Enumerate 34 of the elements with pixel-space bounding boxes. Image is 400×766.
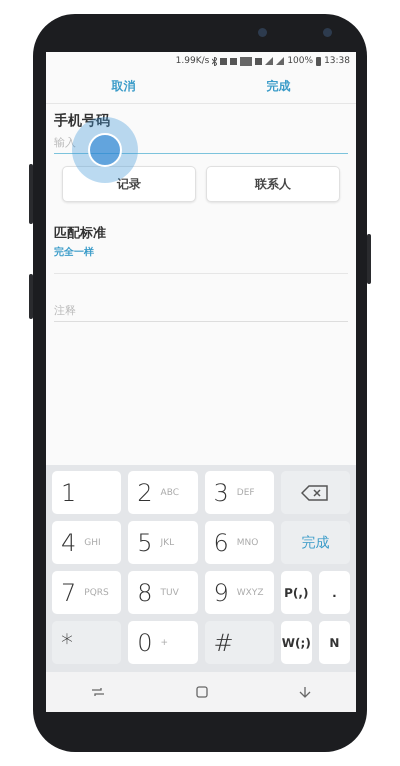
recent-apps-icon[interactable] bbox=[91, 687, 106, 697]
backspace-key[interactable] bbox=[280, 471, 350, 514]
clock: 13:38 bbox=[324, 56, 350, 66]
keypad-key[interactable]: 2 ABC bbox=[128, 471, 198, 514]
home-icon[interactable] bbox=[196, 686, 208, 698]
battery-icon bbox=[316, 56, 322, 66]
keypad-key[interactable]: # bbox=[204, 621, 274, 664]
signal-icon bbox=[276, 57, 284, 65]
keypad-key[interactable]: 4 GHI bbox=[52, 521, 122, 564]
camera-lens bbox=[258, 28, 267, 37]
keypad-key[interactable]: 3 DEF bbox=[204, 471, 274, 514]
battery-level: 100% bbox=[287, 56, 314, 66]
keypad-key[interactable]: W(;) bbox=[280, 621, 312, 664]
option-button[interactable]: 记录 bbox=[62, 166, 196, 202]
field-label: 手机号码 bbox=[54, 112, 111, 130]
keypad-key[interactable]: 5 JKL bbox=[128, 521, 198, 564]
keypad-key[interactable]: 1 bbox=[52, 471, 122, 514]
keypad-key[interactable]: P(,) bbox=[280, 571, 312, 614]
back-icon[interactable] bbox=[298, 686, 311, 698]
keypad-key[interactable]: 7 PQRS bbox=[52, 571, 122, 614]
camera-lens bbox=[323, 28, 332, 37]
bluetooth-icon bbox=[212, 56, 218, 66]
option-button[interactable]: 联系人 bbox=[206, 166, 340, 202]
backspace-icon bbox=[301, 484, 330, 500]
match-label: 匹配标准 bbox=[54, 225, 107, 242]
keypad-key[interactable]: . bbox=[318, 571, 350, 614]
keypad-key[interactable]: * bbox=[52, 621, 122, 664]
keypad-key[interactable]: N bbox=[318, 621, 350, 664]
note-input-field[interactable]: 注释 bbox=[54, 298, 348, 322]
keypad-key[interactable]: 6 MNO bbox=[204, 521, 274, 564]
network-speed: 1.99K/s bbox=[176, 56, 210, 66]
keypad-key[interactable]: 0 + bbox=[128, 621, 198, 664]
keypad-key[interactable]: 9 WXYZ bbox=[204, 571, 274, 614]
keypad-key[interactable]: 8 TUV bbox=[128, 571, 198, 614]
